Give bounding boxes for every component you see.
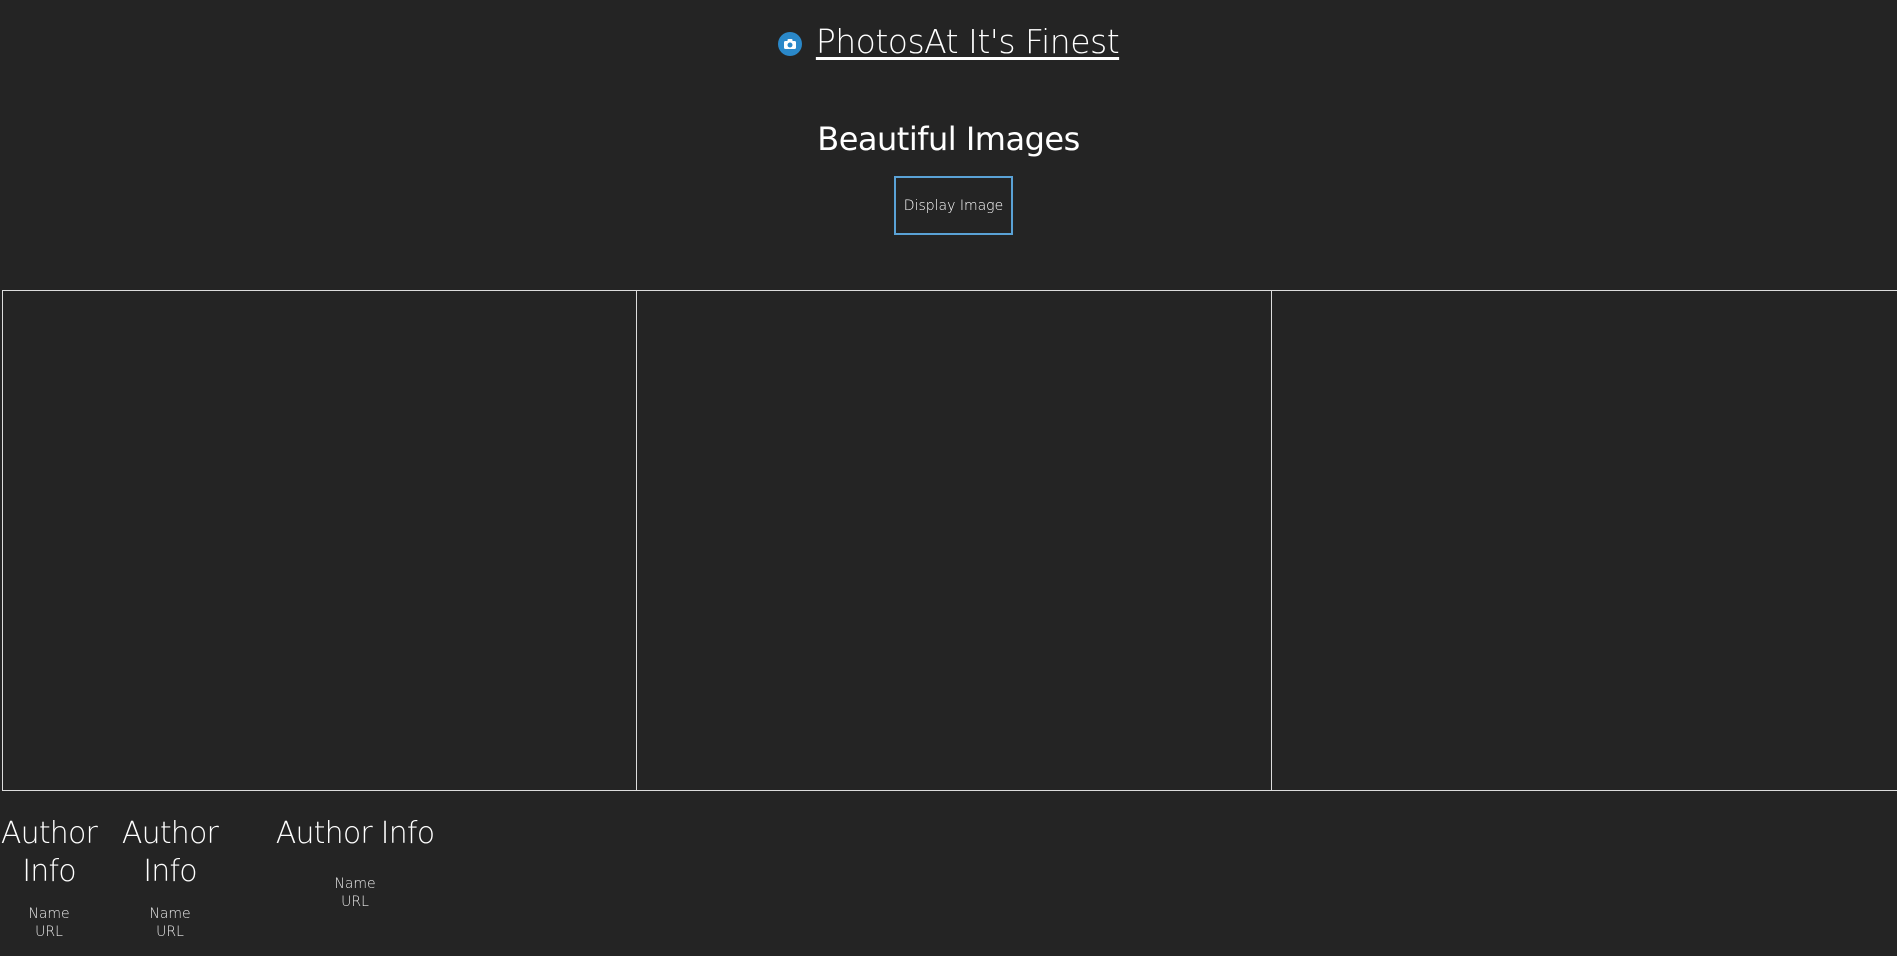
image-panel-3[interactable] [1272, 290, 1897, 791]
camera-icon [777, 31, 802, 56]
author-name: Name [334, 876, 376, 892]
image-gallery [2, 290, 1897, 791]
image-panel-2[interactable] [637, 290, 1272, 791]
site-header: PhotosAt It's Finest [0, 22, 1897, 61]
author-info-title: Author Info [121, 816, 219, 889]
author-name: Name [149, 906, 191, 922]
author-url[interactable]: URL [0, 923, 98, 941]
display-image-button[interactable]: Display Image [894, 176, 1013, 235]
image-panel-1[interactable] [2, 290, 637, 791]
brand-link[interactable]: PhotosAt It's Finest [777, 22, 1120, 61]
author-info-title: Author Info [275, 816, 435, 851]
author-meta: Name URL [0, 905, 98, 941]
author-meta: Name URL [270, 875, 440, 911]
author-info-card-1: Author Info Name URL [0, 815, 98, 941]
author-info-card-3: Author Info Name URL [270, 815, 440, 911]
hero-title: Beautiful Images [817, 120, 1080, 158]
brand-title[interactable]: PhotosAt It's Finest [804, 22, 1120, 61]
author-url[interactable]: URL [270, 893, 440, 911]
hero-section: Beautiful Images [0, 120, 1897, 158]
author-name: Name [28, 906, 70, 922]
author-meta: Name URL [120, 905, 220, 941]
author-url[interactable]: URL [120, 923, 220, 941]
author-info-card-2: Author Info Name URL [120, 815, 220, 941]
author-info-title: Author Info [0, 816, 98, 889]
page: PhotosAt It's Finest Beautiful Images Di… [0, 0, 1897, 956]
